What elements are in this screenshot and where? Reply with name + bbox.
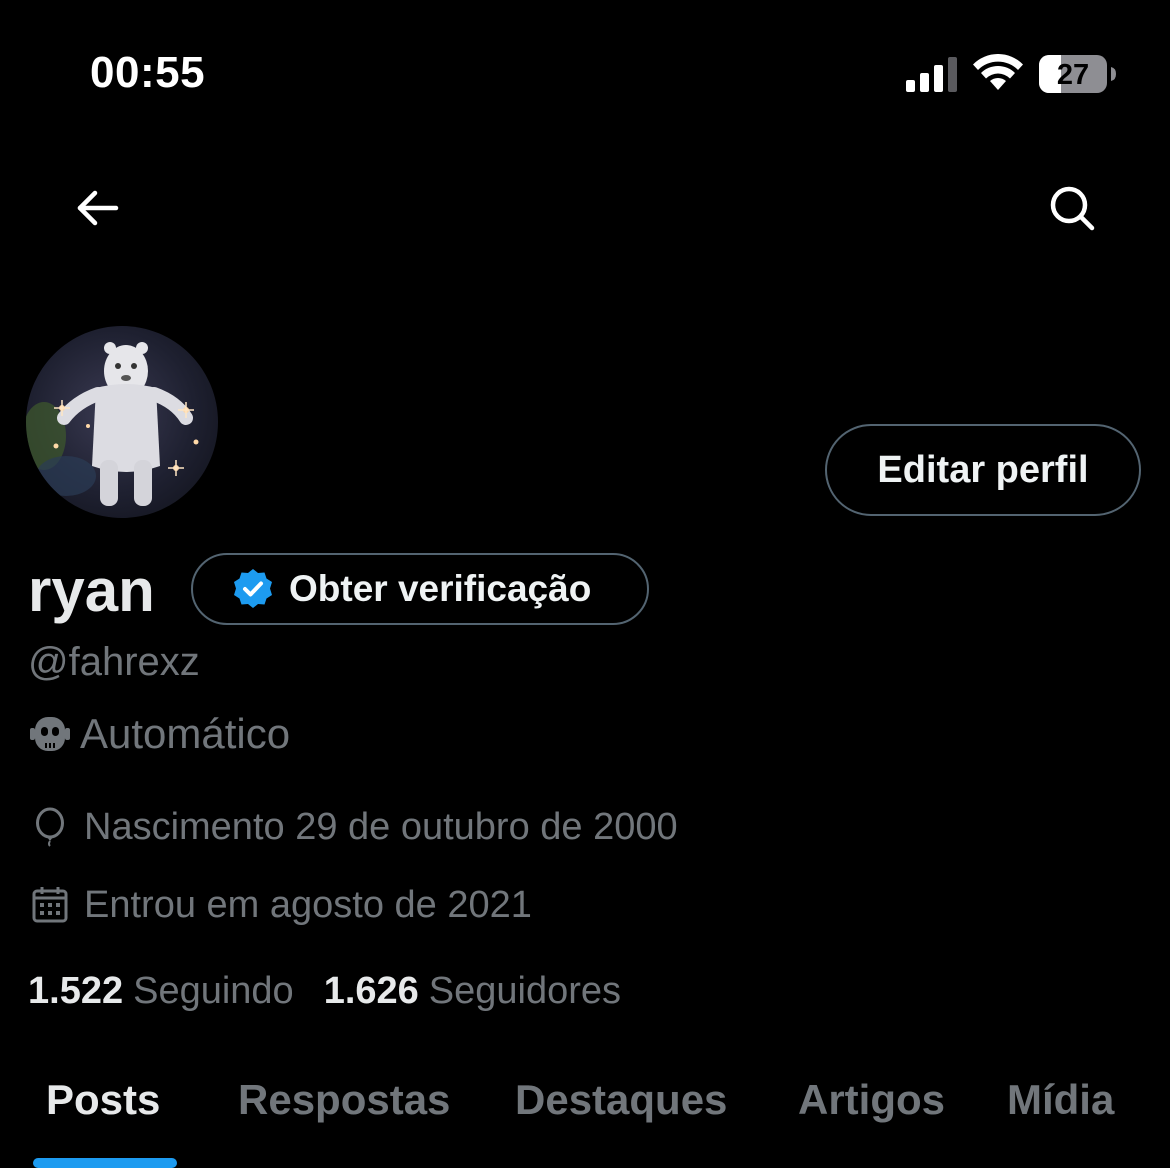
bot-icon	[30, 717, 70, 751]
avatar-image	[26, 342, 199, 506]
followers-link[interactable]: 1.626 Seguidores	[324, 970, 621, 1013]
birth-date: Nascimento 29 de outubro de 2000	[84, 805, 678, 848]
active-tab-indicator	[33, 1158, 177, 1168]
battery-level: 27	[1057, 59, 1089, 91]
following-label: Seguindo	[133, 969, 294, 1012]
followers-count: 1.626	[323, 969, 419, 1012]
follow-stats: 1.522 Seguindo 1.626 Seguidores	[28, 966, 651, 1016]
tab-posts[interactable]: Posts	[46, 1076, 160, 1132]
back-button[interactable]	[70, 180, 126, 236]
tab-media[interactable]: Mídia	[1007, 1076, 1114, 1132]
arrow-left-icon	[77, 190, 119, 226]
cellular-signal-icon	[906, 57, 957, 92]
joined-date-row: Entrou em agosto de 2021	[30, 880, 532, 930]
birth-date-row: Nascimento 29 de outubro de 2000	[30, 802, 678, 852]
joined-date: Entrou em agosto de 2021	[84, 883, 532, 926]
verified-badge-icon	[234, 569, 272, 608]
search-icon	[1050, 186, 1095, 231]
followers-label: Seguidores	[428, 969, 622, 1012]
search-button[interactable]	[1044, 180, 1100, 236]
calendar-icon	[32, 887, 68, 923]
automated-label-row[interactable]: Automático	[28, 706, 290, 762]
get-verified-button[interactable]: Obter verificação	[191, 553, 649, 625]
status-time: 00:55	[90, 48, 206, 97]
tab-articles[interactable]: Artigos	[798, 1076, 945, 1132]
edit-profile-button[interactable]: Editar perfil	[825, 424, 1141, 516]
user-handle: @fahrexz	[28, 640, 200, 684]
following-link[interactable]: 1.522 Seguindo	[28, 970, 294, 1013]
tab-highlights[interactable]: Destaques	[515, 1076, 727, 1132]
avatar[interactable]	[26, 326, 218, 518]
tab-replies[interactable]: Respostas	[238, 1076, 450, 1132]
following-count: 1.522	[28, 969, 124, 1012]
automated-label: Automático	[80, 710, 291, 757]
display-name: ryan	[28, 557, 155, 624]
battery-icon: 27	[1039, 55, 1116, 93]
balloon-icon	[36, 807, 64, 847]
get-verified-label: Obter verificação	[289, 568, 592, 609]
wifi-icon	[973, 54, 1023, 90]
